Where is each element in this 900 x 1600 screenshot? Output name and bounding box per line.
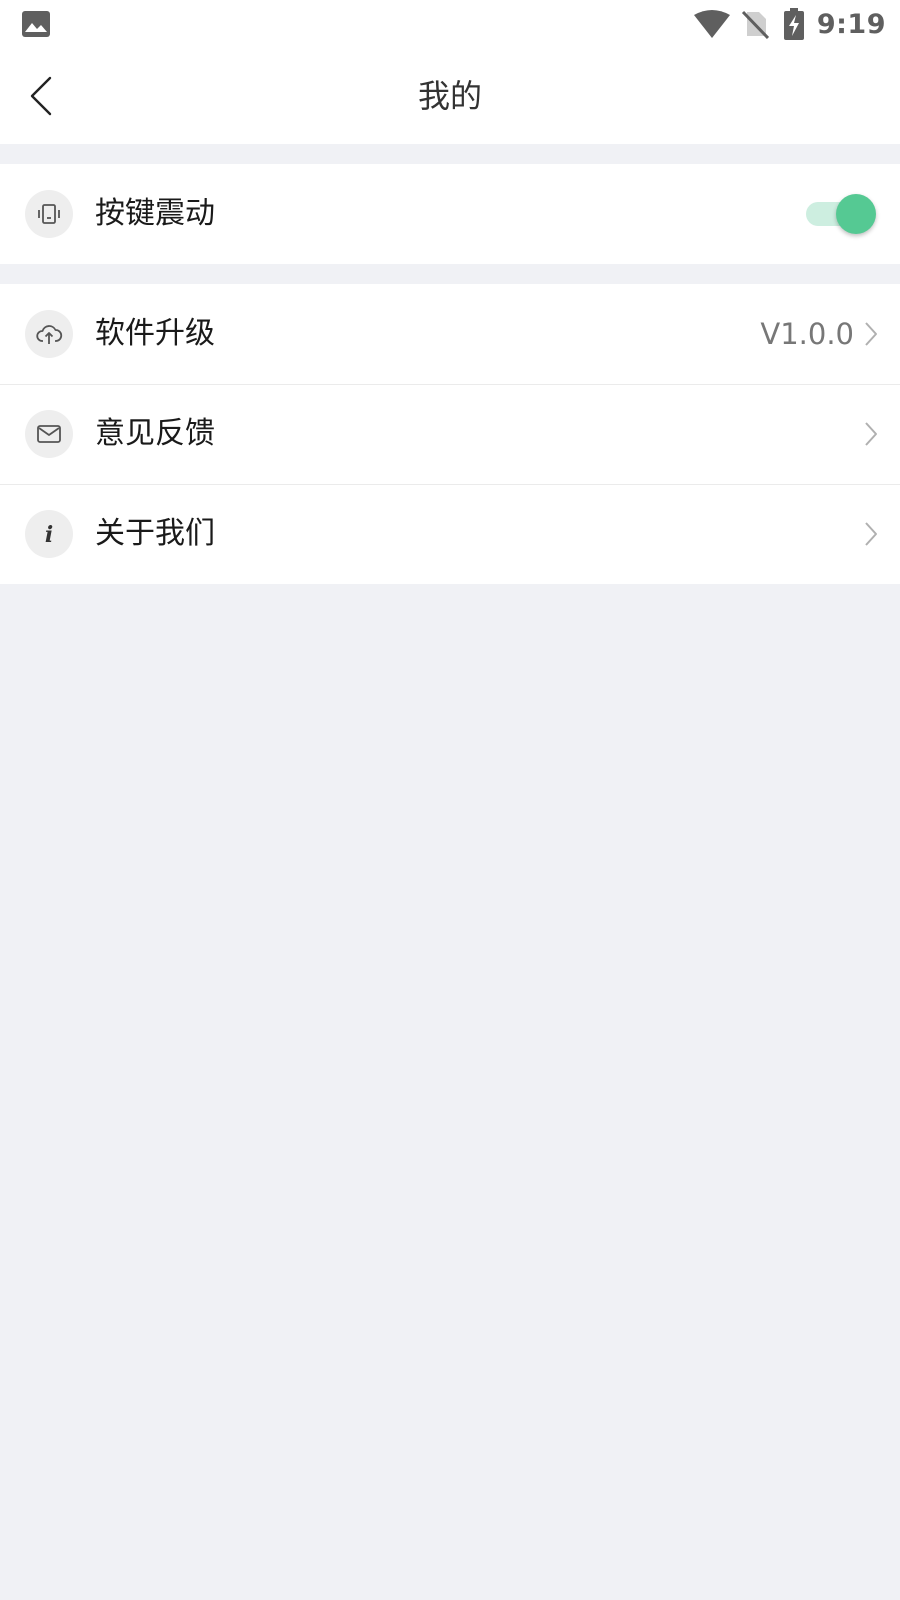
version-value: V1.0.0	[760, 317, 854, 351]
status-bar: 9:19	[0, 0, 900, 48]
vibration-icon	[38, 204, 60, 224]
status-clock: 9:19	[816, 8, 886, 40]
upgrade-icon-circle	[25, 310, 73, 358]
chevron-right-icon	[865, 322, 877, 346]
menu-item-label: 软件升级	[95, 316, 215, 351]
menu-item-feedback[interactable]: 意见反馈	[0, 384, 900, 484]
feedback-icon-circle	[25, 410, 73, 458]
info-icon: i	[45, 522, 53, 548]
vibration-label: 按键震动	[95, 196, 215, 231]
vibration-group: 按键震动	[0, 164, 900, 264]
menu-item-label: 关于我们	[95, 516, 215, 551]
nav-bar: 我的	[0, 48, 900, 144]
wifi-icon	[693, 10, 730, 38]
chevron-right-icon	[865, 422, 877, 446]
page-title: 我的	[417, 77, 482, 115]
mail-icon	[37, 425, 61, 443]
menu-item-about-us[interactable]: i 关于我们	[0, 484, 900, 584]
vibration-row: 按键震动	[0, 164, 900, 264]
svg-text:i: i	[45, 522, 53, 548]
toggle-thumb	[836, 194, 876, 234]
chevron-right-icon	[865, 522, 877, 546]
menu-item-software-upgrade[interactable]: 软件升级 V1.0.0	[0, 284, 900, 384]
cloud-upload-icon	[36, 325, 63, 344]
battery-charging-icon	[783, 8, 804, 40]
vibration-toggle[interactable]	[806, 194, 876, 234]
settings-menu: 软件升级 V1.0.0 意见反馈 i 关于我们	[0, 284, 900, 584]
about-icon-circle: i	[25, 510, 73, 558]
vibration-icon-circle	[25, 190, 73, 238]
no-sim-icon	[741, 10, 769, 39]
menu-item-label: 意见反馈	[95, 416, 215, 451]
photo-icon	[22, 11, 50, 37]
